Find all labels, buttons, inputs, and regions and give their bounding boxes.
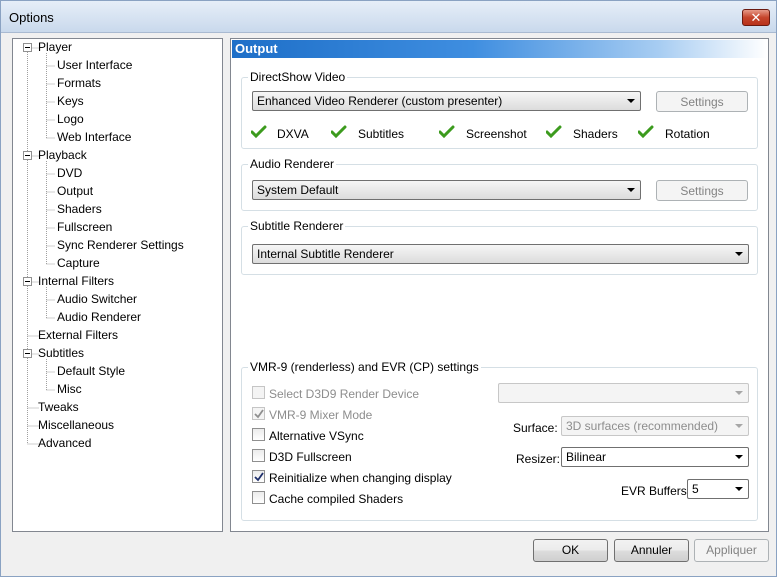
chevron-down-icon (735, 424, 743, 428)
subtitle-renderer-value: Internal Subtitle Renderer (257, 247, 394, 261)
tree-item-advanced[interactable]: Advanced (38, 435, 91, 452)
tree-item-playback[interactable]: Playback (38, 147, 87, 164)
chevron-down-icon (735, 487, 743, 491)
tree-item-player[interactable]: Player (38, 39, 72, 56)
tree-item-internal-filters[interactable]: Internal Filters (38, 273, 114, 290)
tree-item-user-interface[interactable]: User Interface (57, 57, 132, 74)
collapse-icon[interactable] (23, 349, 32, 358)
surface-select[interactable]: 3D surfaces (recommended) (561, 416, 749, 436)
collapse-icon[interactable] (23, 43, 32, 52)
close-button[interactable]: ✕ (742, 9, 770, 26)
tree-item-keys[interactable]: Keys (57, 93, 84, 110)
check-icon (546, 125, 562, 139)
subtitle-renderer-select[interactable]: Internal Subtitle Renderer (252, 244, 749, 264)
directshow-video-label: DirectShow Video (248, 70, 348, 84)
cache-shaders-label: Cache compiled Shaders (269, 492, 404, 506)
tree-item-logo[interactable]: Logo (57, 111, 84, 128)
select-d3d9-device-checkbox[interactable] (252, 386, 265, 399)
tree-item-shaders[interactable]: Shaders (57, 201, 102, 218)
cap-dxva: DXVA (277, 127, 309, 141)
tree-item-subtitles[interactable]: Subtitles (38, 345, 84, 362)
tree-item-output[interactable]: Output (57, 183, 93, 200)
options-window: Options ✕ Player User Interface Formats … (0, 0, 777, 577)
tree-item-web-interface[interactable]: Web Interface (57, 129, 131, 146)
tree-item-miscellaneous[interactable]: Miscellaneous (38, 417, 114, 434)
tree-item-misc[interactable]: Misc (57, 381, 82, 398)
window-title: Options (9, 10, 54, 25)
audio-renderer-select[interactable]: System Default (252, 180, 641, 200)
tree-item-audio-renderer[interactable]: Audio Renderer (57, 309, 141, 326)
video-renderer-select[interactable]: Enhanced Video Renderer (custom presente… (252, 91, 641, 111)
collapse-icon[interactable] (23, 151, 32, 160)
d3d-fullscreen-label: D3D Fullscreen (269, 450, 352, 464)
vmr9-mixer-mode-label: VMR-9 Mixer Mode (269, 408, 373, 422)
surface-value: 3D surfaces (recommended) (566, 419, 719, 433)
chevron-down-icon (735, 252, 743, 256)
cancel-button[interactable]: Annuler (614, 539, 689, 562)
vmr9-evr-settings-label: VMR-9 (renderless) and EVR (CP) settings (248, 360, 481, 374)
checkmark-icon (254, 472, 264, 482)
resizer-select[interactable]: Bilinear (561, 447, 749, 467)
vmr9-mixer-mode-checkbox[interactable] (252, 407, 265, 420)
audio-renderer-group: Audio Renderer System Default Settings (241, 157, 758, 211)
d3d-fullscreen-checkbox[interactable] (252, 449, 265, 462)
tree-item-capture[interactable]: Capture (57, 255, 100, 272)
check-icon (251, 125, 267, 139)
resizer-value: Bilinear (566, 450, 607, 464)
tree-item-external-filters[interactable]: External Filters (38, 327, 118, 344)
select-d3d9-device-label: Select D3D9 Render Device (269, 387, 420, 401)
title-bar: Options ✕ (1, 1, 776, 33)
chevron-down-icon (627, 188, 635, 192)
chevron-down-icon (735, 455, 743, 459)
tree-item-audio-switcher[interactable]: Audio Switcher (57, 291, 137, 308)
audio-renderer-value: System Default (257, 183, 339, 197)
directshow-video-group: DirectShow Video Enhanced Video Renderer… (241, 70, 758, 149)
cap-screenshot: Screenshot (466, 127, 527, 141)
tree-item-dvd[interactable]: DVD (57, 165, 82, 182)
cap-shaders: Shaders (573, 127, 618, 141)
tree-item-fullscreen[interactable]: Fullscreen (57, 219, 112, 236)
cap-subtitles: Subtitles (358, 127, 405, 141)
video-settings-button[interactable]: Settings (656, 91, 748, 112)
surface-label: Surface: (513, 421, 558, 435)
audio-settings-button[interactable]: Settings (656, 180, 748, 201)
check-icon (439, 125, 455, 139)
resizer-label: Resizer: (516, 452, 561, 466)
tree-item-tweaks[interactable]: Tweaks (38, 399, 79, 416)
subtitle-renderer-group: Subtitle Renderer Internal Subtitle Rend… (241, 219, 758, 275)
cap-rotation: Rotation (665, 127, 710, 141)
reinitialize-display-label: Reinitialize when changing display (269, 471, 452, 485)
options-tree[interactable]: Player User Interface Formats Keys Logo … (12, 38, 223, 532)
apply-button[interactable]: Appliquer (694, 539, 769, 562)
vmr9-evr-settings-group: VMR-9 (renderless) and EVR (CP) settings… (241, 360, 758, 521)
page-title: Output (232, 40, 767, 58)
audio-renderer-label: Audio Renderer (248, 157, 337, 171)
tree-item-formats[interactable]: Formats (57, 75, 101, 92)
reinitialize-display-checkbox[interactable] (252, 470, 265, 483)
evr-buffers-select[interactable]: 5 (687, 479, 749, 499)
check-icon (638, 125, 654, 139)
collapse-icon[interactable] (23, 277, 32, 286)
subtitle-renderer-label: Subtitle Renderer (248, 219, 346, 233)
evr-buffers-value: 5 (692, 482, 699, 496)
checkmark-icon (254, 409, 264, 419)
output-page: Output DirectShow Video Enhanced Video R… (230, 38, 769, 532)
alternative-vsync-label: Alternative VSync (269, 429, 364, 443)
chevron-down-icon (735, 391, 743, 395)
close-icon: ✕ (750, 9, 762, 25)
video-renderer-value: Enhanced Video Renderer (custom presente… (257, 94, 503, 108)
cache-shaders-checkbox[interactable] (252, 491, 265, 504)
render-device-select[interactable] (498, 383, 749, 403)
alternative-vsync-checkbox[interactable] (252, 428, 265, 441)
chevron-down-icon (627, 99, 635, 103)
tree-item-default-style[interactable]: Default Style (57, 363, 125, 380)
ok-button[interactable]: OK (533, 539, 608, 562)
tree-item-sync-renderer-settings[interactable]: Sync Renderer Settings (57, 237, 184, 254)
check-icon (331, 125, 347, 139)
evr-buffers-label: EVR Buffers: (621, 484, 691, 498)
